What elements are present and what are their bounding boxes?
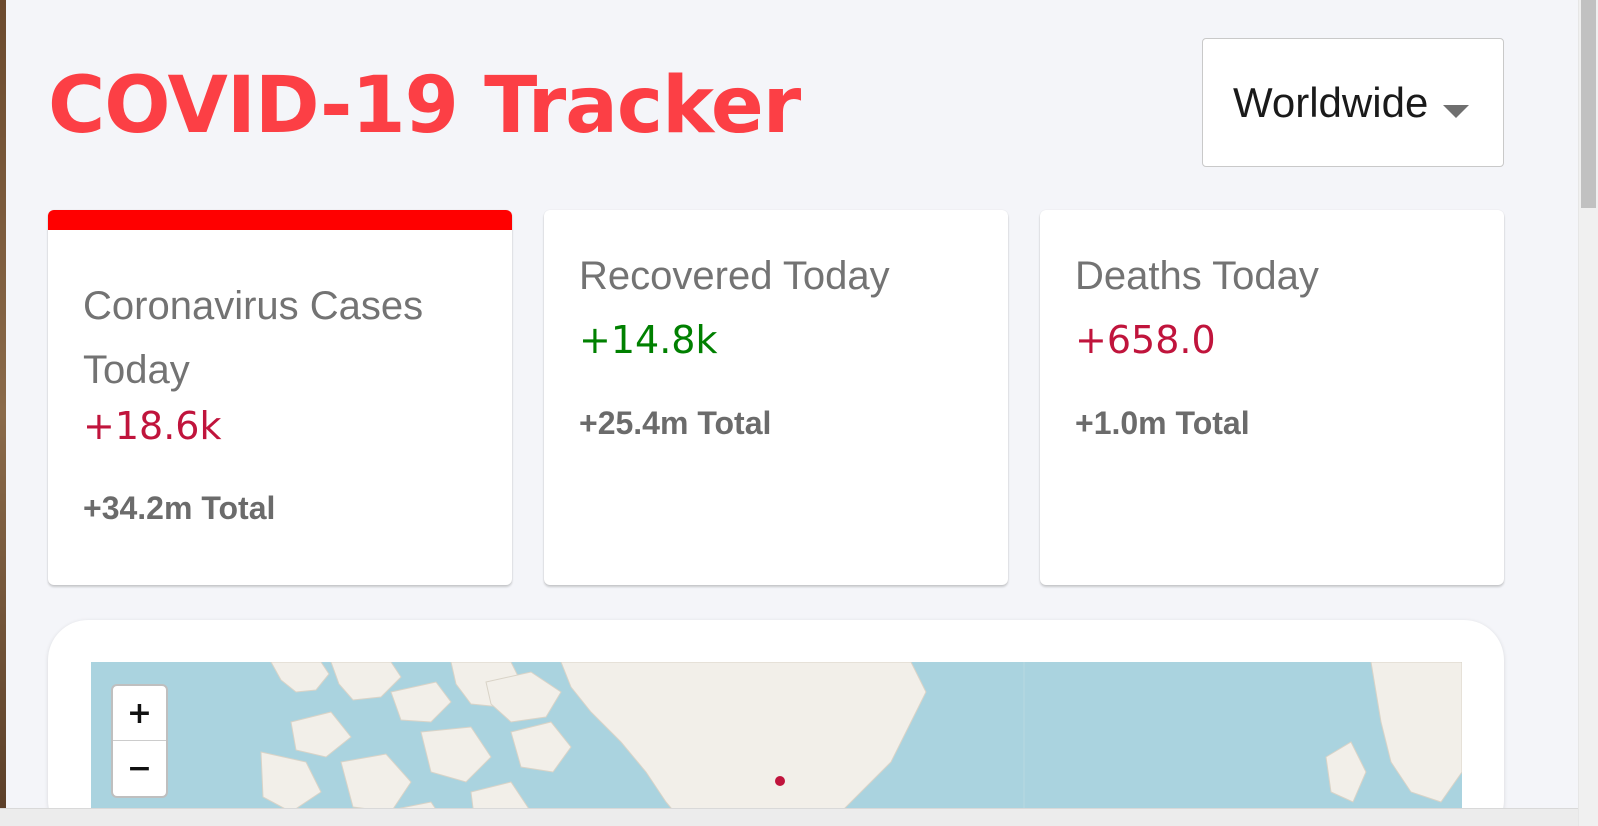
card-title: Coronavirus Cases Today <box>83 284 424 392</box>
map-tiles <box>260 662 1462 826</box>
card-deaths[interactable]: Deaths Today +658.0 +1.0m Total <box>1040 210 1504 585</box>
window-edge <box>0 0 6 826</box>
card-total-value: +1.0m Total <box>1075 405 1250 441</box>
card-today-value: +18.6k <box>83 404 222 448</box>
zoom-control: + − <box>111 684 168 798</box>
zoom-in-button[interactable]: + <box>113 686 166 741</box>
app-title: COVID-19 Tracker <box>48 61 801 151</box>
world-map[interactable]: + − <box>91 662 1462 826</box>
card-title: Recovered Today <box>579 254 890 298</box>
window-bottom-edge <box>0 808 1578 826</box>
card-total-value: +34.2m Total <box>83 490 276 526</box>
card-today-value: +14.8k <box>579 318 718 362</box>
card-today-value: +658.0 <box>1075 318 1216 362</box>
caret-down-icon <box>1443 105 1469 118</box>
region-select[interactable]: Worldwide <box>1202 38 1504 167</box>
card-recovered[interactable]: Recovered Today +14.8k +25.4m Total <box>544 210 1008 585</box>
region-select-value: Worldwide <box>1233 78 1429 126</box>
card-title: Deaths Today <box>1075 254 1319 298</box>
zoom-out-button[interactable]: − <box>113 741 166 796</box>
card-total-value: +25.4m Total <box>579 405 772 441</box>
page-scrollbar[interactable] <box>1578 0 1598 826</box>
map-card: + − <box>48 620 1504 826</box>
scrollbar-thumb[interactable] <box>1581 0 1596 208</box>
case-marker <box>775 776 785 786</box>
card-cases[interactable]: Coronavirus Cases Today +18.6k +34.2m To… <box>48 210 512 585</box>
